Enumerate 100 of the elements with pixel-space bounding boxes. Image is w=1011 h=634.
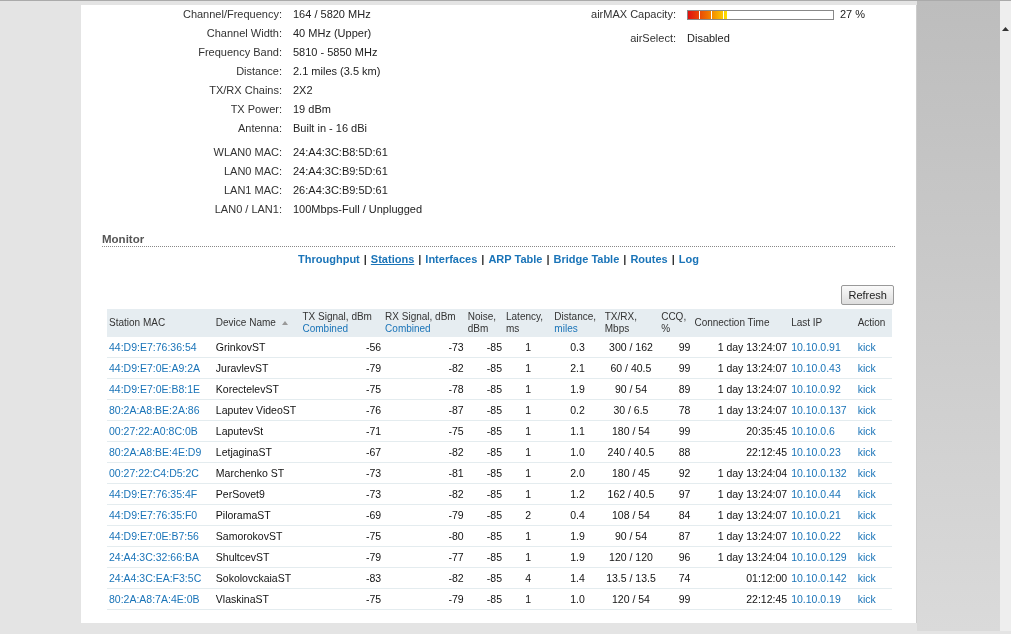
column-header[interactable]: Latency, ms [506,311,551,335]
field-label: WLAN0 MAC: [212,145,282,160]
mac-link[interactable]: 24:A4:3C:32:66:BA [109,551,199,563]
mac-link[interactable]: 44:D9:E7:0E:B7:56 [109,530,199,542]
ip-link[interactable]: 10.10.0.21 [791,509,841,521]
unit-link[interactable]: Combined [302,323,372,335]
column-header[interactable]: TX/RX, Mbps [604,311,658,335]
ip-link[interactable]: 10.10.0.19 [791,593,841,605]
table-cell: 1 day 13:24:07 [717,383,788,395]
kick-link[interactable]: kick [857,467,876,479]
kick-link[interactable]: kick [857,551,876,563]
kick-link[interactable]: kick [857,530,876,542]
nav-link[interactable]: Log [678,253,699,265]
nav-link[interactable]: Stations [370,253,415,265]
table-cell: 4 [525,572,532,584]
table-cell: -85 [486,572,502,584]
kick-link[interactable]: kick [857,362,876,374]
kick-link[interactable]: kick [857,383,876,395]
mac-link[interactable]: 80:2A:A8:BE:2A:86 [109,404,200,416]
column-header[interactable]: Noise, dBm [467,311,502,335]
table-cell: ShultcevST [215,551,270,563]
mac-link[interactable]: 80:2A:A8:BE:4E:D9 [109,446,202,458]
table-cell: -78 [448,383,464,395]
table-cell: 1.1 [570,425,585,437]
field-label: LAN0 MAC: [222,164,282,179]
separator: | [623,253,627,265]
separator: | [363,253,367,265]
ip-link[interactable]: 10.10.0.129 [791,551,847,563]
table-cell: 92 [678,467,691,479]
table-cell: 1 [525,530,532,542]
field-value: 2X2 [293,83,314,98]
mac-link[interactable]: 44:D9:E7:0E:B8:1E [109,383,201,395]
ip-link[interactable]: 10.10.0.43 [791,362,841,374]
table-cell: -75 [365,383,382,395]
kick-link[interactable]: kick [857,341,876,353]
table-cell: -85 [486,551,502,563]
table-cell: 1 [525,467,532,479]
table-cell: 240 / 40.5 [607,446,655,458]
ip-link[interactable]: 10.10.0.6 [791,425,835,437]
table-cell: -83 [365,572,382,584]
nav-link[interactable]: ARP Table [488,253,543,265]
table-cell: PiloramaST [215,509,271,521]
table-cell: -73 [448,341,464,353]
ip-link[interactable]: 10.10.0.23 [791,446,841,458]
mac-link[interactable]: 00:27:22:A0:8C:0B [109,425,198,437]
table-cell: -79 [448,593,464,605]
column-header[interactable]: CCQ, % [661,311,691,335]
table-cell: -71 [365,425,382,437]
table-cell: Marchenko ST [215,467,285,479]
table-cell: -85 [486,446,502,458]
nav-link[interactable]: Bridge Table [553,253,620,265]
table-cell: -75 [448,425,464,437]
field-value: 2.1 miles (3.5 km) [293,64,382,79]
ip-link[interactable]: 10.10.0.137 [791,404,847,416]
table-cell: 97 [678,488,691,500]
table-cell: -87 [448,404,464,416]
table-cell: VlaskinaST [215,593,269,605]
table-cell: -79 [365,551,382,563]
table-cell: 1.9 [570,383,585,395]
mac-link[interactable]: 44:D9:E7:76:35:F0 [109,509,198,521]
scroll-up-icon[interactable] [1002,27,1009,31]
table-cell: -79 [365,362,382,374]
refresh-button[interactable]: Refresh [841,285,894,305]
table-cell: 1 [525,446,532,458]
table-cell: 1 [525,341,532,353]
table-cell: 300 / 162 [609,341,653,353]
table-cell: 84 [678,509,691,521]
mac-link[interactable]: 44:D9:E7:76:36:54 [109,341,197,353]
table-cell: Laputev VideoST [215,404,297,416]
unit-link[interactable]: miles [554,323,597,335]
kick-link[interactable]: kick [857,593,876,605]
table-cell: -56 [365,341,382,353]
ip-link[interactable]: 10.10.0.91 [791,341,841,353]
separator: | [671,253,675,265]
mac-link[interactable]: 00:27:22:C4:D5:2C [109,467,199,479]
ip-link[interactable]: 10.10.0.132 [791,467,847,479]
mac-link[interactable]: 44:D9:E7:76:35:4F [109,488,198,500]
kick-link[interactable]: kick [857,572,876,584]
table-cell: 2.0 [570,467,585,479]
ip-link[interactable]: 10.10.0.92 [791,383,841,395]
nav-link[interactable]: Interfaces [425,253,478,265]
kick-link[interactable]: kick [857,404,876,416]
nav-link[interactable]: Throughput [298,253,360,265]
mac-link[interactable]: 80:2A:A8:7A:4E:0B [109,593,200,605]
unit-link[interactable]: Combined [385,323,456,335]
kick-link[interactable]: kick [857,488,876,500]
ip-link[interactable]: 10.10.0.142 [791,572,847,584]
kick-link[interactable]: kick [857,446,876,458]
nav-link[interactable]: Routes [630,253,668,265]
mac-link[interactable]: 24:A4:3C:EA:F3:5C [109,572,202,584]
ip-link[interactable]: 10.10.0.44 [791,488,841,500]
table-cell: -73 [365,488,382,500]
table-cell: LetjaginaST [215,446,272,458]
table-cell: 1 day 13:24:07 [717,404,788,416]
kick-link[interactable]: kick [857,509,876,521]
table-cell: 1.2 [570,488,585,500]
ip-link[interactable]: 10.10.0.22 [791,530,841,542]
mac-link[interactable]: 44:D9:E7:0E:A9:2A [109,362,201,374]
table-cell: 1 [525,362,532,374]
kick-link[interactable]: kick [857,425,876,437]
